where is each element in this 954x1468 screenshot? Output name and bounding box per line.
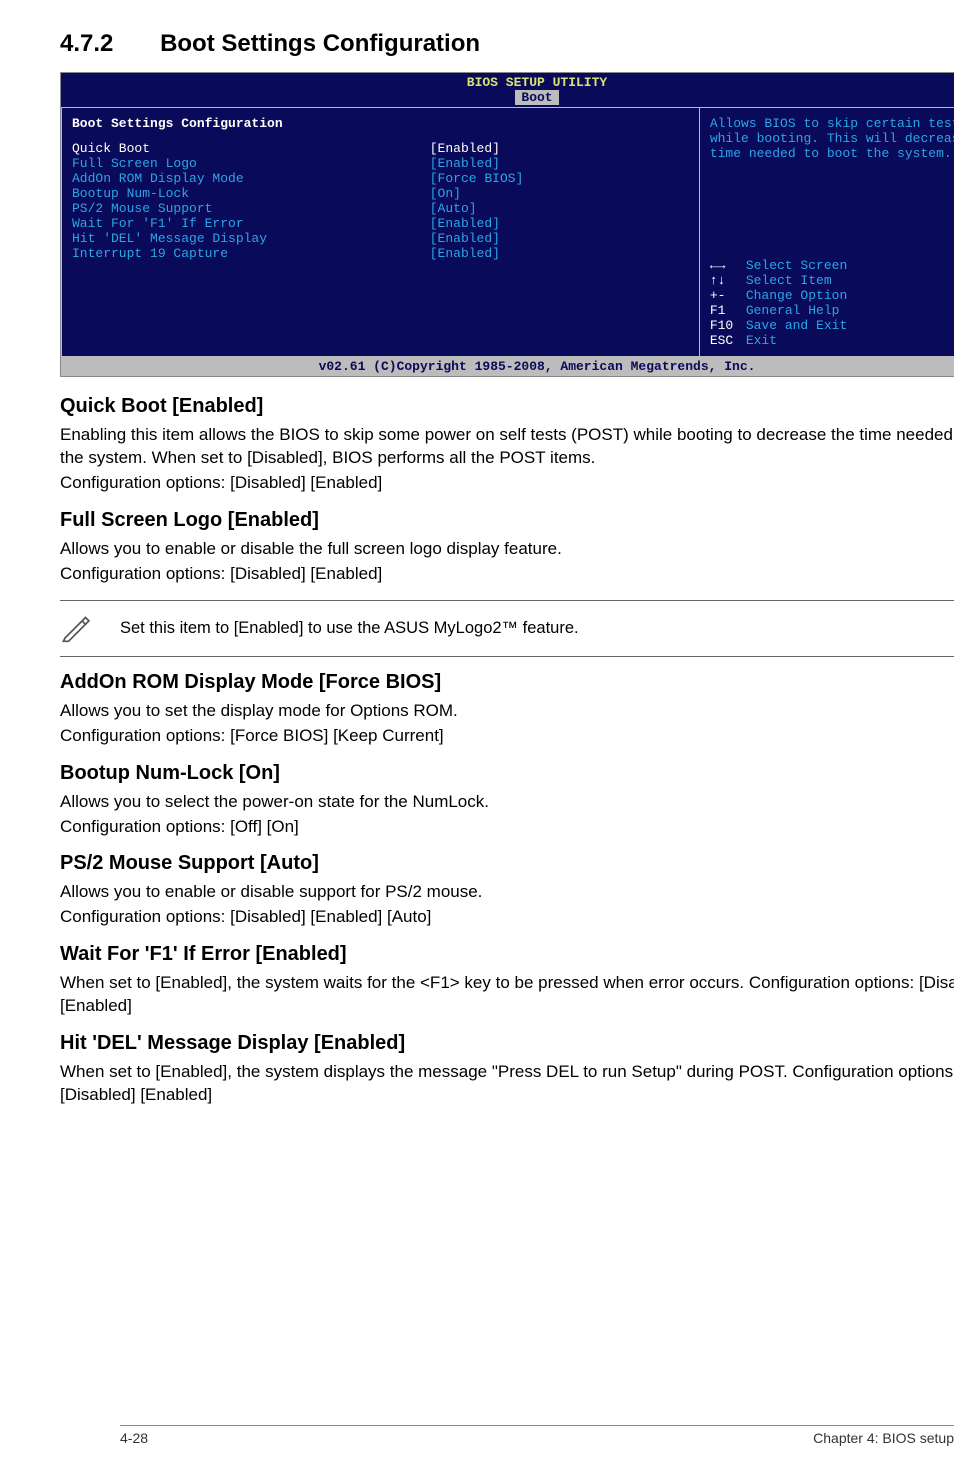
heading-full-screen: Full Screen Logo [Enabled] xyxy=(60,509,954,532)
bios-key-row: ESCExit xyxy=(710,333,954,348)
bios-setting-row: Bootup Num-Lock[On] xyxy=(72,186,689,201)
para-numlock-1: Allows you to select the power-on state … xyxy=(60,791,954,814)
bios-key-desc: Select Item xyxy=(746,273,832,288)
bios-setting-label: PS/2 Mouse Support xyxy=(72,201,430,216)
bios-setting-label: AddOn ROM Display Mode xyxy=(72,171,430,186)
para-hitdel: When set to [Enabled], the system displa… xyxy=(60,1061,954,1107)
bios-setting-value: [Enabled] xyxy=(430,246,500,261)
bios-key-desc: General Help xyxy=(746,303,840,318)
para-ps2-2: Configuration options: [Disabled] [Enabl… xyxy=(60,906,954,929)
bios-key-legend: ←→Select Screen↑↓Select Item+-Change Opt… xyxy=(710,258,954,348)
bios-key: F10 xyxy=(710,318,746,333)
bios-setting-row: PS/2 Mouse Support[Auto] xyxy=(72,201,689,216)
para-addon-2: Configuration options: [Force BIOS] [Kee… xyxy=(60,725,954,748)
bios-setting-label: Hit 'DEL' Message Display xyxy=(72,231,430,246)
bios-key-desc: Select Screen xyxy=(746,258,847,273)
heading-addon: AddOn ROM Display Mode [Force BIOS] xyxy=(60,671,954,694)
bios-key: ↑↓ xyxy=(710,273,746,288)
bios-help-text: Allows BIOS to skip certain tests while … xyxy=(710,116,954,161)
bios-key-desc: Save and Exit xyxy=(746,318,847,333)
section-number: 4.7.2 xyxy=(60,30,113,58)
para-quick-boot-2: Configuration options: [Disabled] [Enabl… xyxy=(60,472,954,495)
para-full-screen-1: Allows you to enable or disable the full… xyxy=(60,538,954,561)
bios-setting-value: [Enabled] xyxy=(430,141,500,156)
bios-title: BIOS SETUP UTILITY xyxy=(61,73,954,90)
bios-key-desc: Change Option xyxy=(746,288,847,303)
heading-quick-boot: Quick Boot [Enabled] xyxy=(60,395,954,418)
bios-setting-label: Quick Boot xyxy=(72,141,430,156)
bios-footer: v02.61 (C)Copyright 1985-2008, American … xyxy=(61,357,954,376)
para-addon-1: Allows you to set the display mode for O… xyxy=(60,700,954,723)
bios-setting-row: AddOn ROM Display Mode[Force BIOS] xyxy=(72,171,689,186)
bios-key: ←→ xyxy=(710,258,746,273)
pencil-icon xyxy=(60,609,120,648)
bios-screenshot: BIOS SETUP UTILITY Boot Boot Settings Co… xyxy=(60,72,954,377)
page-footer: 4-28 Chapter 4: BIOS setup xyxy=(120,1425,954,1446)
bios-setting-row: Wait For 'F1' If Error[Enabled] xyxy=(72,216,689,231)
para-ps2-1: Allows you to enable or disable support … xyxy=(60,881,954,904)
bios-key-row: F10Save and Exit xyxy=(710,318,954,333)
bios-setting-value: [On] xyxy=(430,186,461,201)
bios-help-panel: Allows BIOS to skip certain tests while … xyxy=(699,107,954,357)
heading-ps2: PS/2 Mouse Support [Auto] xyxy=(60,852,954,875)
bios-setting-row: Interrupt 19 Capture[Enabled] xyxy=(72,246,689,261)
bios-key: F1 xyxy=(710,303,746,318)
bios-tab-row: Boot xyxy=(61,90,954,107)
bios-key-row: F1General Help xyxy=(710,303,954,318)
bios-panel-heading: Boot Settings Configuration xyxy=(72,116,689,131)
bios-tab-boot: Boot xyxy=(515,90,558,105)
para-full-screen-2: Configuration options: [Disabled] [Enabl… xyxy=(60,563,954,586)
bios-key-desc: Exit xyxy=(746,333,777,348)
bios-setting-value: [Enabled] xyxy=(430,216,500,231)
bios-setting-value: [Force BIOS] xyxy=(430,171,524,186)
heading-waitf1: Wait For 'F1' If Error [Enabled] xyxy=(60,943,954,966)
page-number: 4-28 xyxy=(120,1430,148,1446)
bios-setting-label: Interrupt 19 Capture xyxy=(72,246,430,261)
para-quick-boot-1: Enabling this item allows the BIOS to sk… xyxy=(60,424,954,470)
bios-setting-value: [Enabled] xyxy=(430,156,500,171)
para-waitf1: When set to [Enabled], the system waits … xyxy=(60,972,954,1018)
bios-setting-value: [Auto] xyxy=(430,201,477,216)
bios-key: ESC xyxy=(710,333,746,348)
bios-key-row: ←→Select Screen xyxy=(710,258,954,273)
section-heading: 4.7.2 Boot Settings Configuration xyxy=(60,30,954,58)
section-title-text: Boot Settings Configuration xyxy=(160,30,480,57)
bios-key-row: ↑↓Select Item xyxy=(710,273,954,288)
bios-setting-row: Full Screen Logo[Enabled] xyxy=(72,156,689,171)
heading-hitdel: Hit 'DEL' Message Display [Enabled] xyxy=(60,1032,954,1055)
heading-numlock: Bootup Num-Lock [On] xyxy=(60,762,954,785)
bios-setting-label: Full Screen Logo xyxy=(72,156,430,171)
chapter-label: Chapter 4: BIOS setup xyxy=(813,1430,954,1446)
note-text: Set this item to [Enabled] to use the AS… xyxy=(120,619,954,638)
bios-key-row: +-Change Option xyxy=(710,288,954,303)
bios-setting-label: Bootup Num-Lock xyxy=(72,186,430,201)
note-callout: Set this item to [Enabled] to use the AS… xyxy=(60,600,954,657)
bios-setting-label: Wait For 'F1' If Error xyxy=(72,216,430,231)
bios-setting-value: [Enabled] xyxy=(430,231,500,246)
bios-settings-panel: Boot Settings Configuration Quick Boot[E… xyxy=(61,107,699,357)
bios-setting-row: Quick Boot[Enabled] xyxy=(72,141,689,156)
bios-key: +- xyxy=(710,288,746,303)
para-numlock-2: Configuration options: [Off] [On] xyxy=(60,816,954,839)
bios-setting-row: Hit 'DEL' Message Display[Enabled] xyxy=(72,231,689,246)
